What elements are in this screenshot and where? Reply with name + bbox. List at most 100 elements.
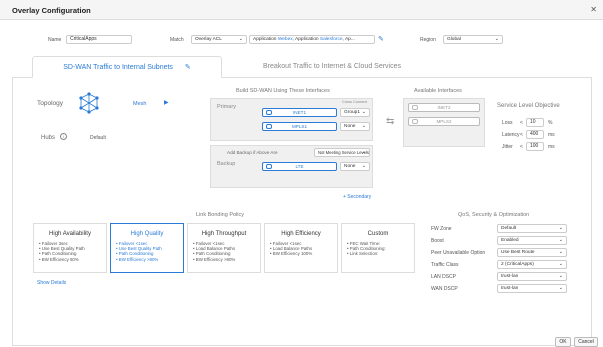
jitter-input[interactable]: 100	[526, 142, 544, 151]
traffic-class-value: 2 (CriticalApps)	[501, 262, 534, 267]
policy-card-high-quality[interactable]: High Quality Failover <1sec Use Best Qua…	[110, 223, 184, 273]
match-apps-field[interactable]: Application Webex, Application Salesforc…	[249, 35, 375, 44]
qos-label-wan-dscp: WAN DSCP	[431, 286, 458, 292]
interface-icon	[266, 164, 272, 169]
fw-zone-select[interactable]: Default ⌄	[497, 224, 567, 233]
latency-input[interactable]: 400	[526, 130, 544, 139]
policy-list: Failover <1sec Load Balance Paths Path C…	[193, 241, 236, 262]
chevron-down-icon: ⌄	[361, 149, 366, 155]
backup-select-value: None	[344, 164, 356, 169]
latency-unit: ms	[548, 132, 555, 138]
qos-label-boost: Boost	[431, 238, 444, 244]
dialog-title: Overlay Configuration	[12, 6, 91, 15]
lt-symbol: <	[520, 132, 523, 138]
dialog-header: Overlay Configuration ✕	[0, 0, 603, 20]
policy-title: High Quality	[130, 231, 164, 237]
policy-card-high-efficiency[interactable]: High Efficiency Failover <1sec Load Bala…	[264, 223, 338, 273]
chevron-down-icon: ⌄	[361, 163, 366, 169]
cancel-button[interactable]: Cancel	[574, 337, 598, 347]
iface-label: INET1	[292, 110, 307, 115]
backup-select[interactable]: None ⌄	[340, 162, 370, 171]
ok-button[interactable]: OK	[555, 337, 571, 347]
mesh-label[interactable]: Mesh	[133, 101, 146, 107]
add-secondary-link[interactable]: + Secondary	[343, 194, 371, 200]
chevron-down-icon: ⌄	[558, 285, 563, 291]
jitter-unit: ms	[548, 144, 555, 150]
primary-label: Primary	[217, 104, 236, 110]
cross-connect-label: Cross Connect	[342, 100, 368, 104]
interface-icon	[266, 110, 272, 115]
region-select[interactable]: Global ⌄	[443, 35, 503, 44]
name-label: Name	[48, 37, 62, 43]
close-icon[interactable]: ✕	[590, 5, 597, 14]
chevron-down-icon: ⌄	[558, 273, 563, 279]
policy-item: Path Conditioning	[193, 251, 235, 256]
build-title: Build SD-WAN Using These Interfaces	[236, 88, 330, 94]
lt-symbol: <	[520, 144, 523, 150]
policy-title: Custom	[367, 231, 389, 237]
slo-title: Service Level Objective	[497, 103, 560, 109]
tab-sdwan-label: SD-WAN Traffic to Internal Subnets	[63, 64, 173, 71]
lt-symbol: <	[520, 120, 523, 126]
chevron-down-icon: ⌄	[558, 225, 563, 231]
lan-dscp-select[interactable]: trust-lan ⌄	[497, 272, 567, 281]
swap-arrows-icon[interactable]: ⇆	[386, 116, 394, 127]
primary-iface-mpls1[interactable]: MPLS1	[262, 122, 337, 131]
policy-item: BW Efficiency 50%	[39, 257, 85, 262]
wan-dscp-value: trust-lan	[501, 286, 519, 291]
match-select[interactable]: Overlay ACL ⌄	[191, 35, 247, 44]
policy-item: BW Efficiency >80%	[116, 257, 162, 262]
primary-iface-inet1[interactable]: INET1	[262, 108, 337, 117]
match-select-value: Overlay ACL	[195, 37, 222, 42]
cross-connect-select[interactable]: Group1 ⌄	[340, 108, 370, 117]
peer-unavailable-select[interactable]: Use Best Route ⌄	[497, 248, 567, 257]
match-label: Match	[170, 37, 184, 43]
policy-list: Failover <1sec Use Best Quality Path Pat…	[116, 241, 162, 262]
iface-label: MPLS2	[436, 119, 452, 124]
app-webex[interactable]: Webex	[278, 37, 293, 42]
policy-item: BW Efficiency 100%	[270, 251, 312, 256]
fw-zone-value: Default	[501, 226, 517, 231]
interface-icon	[266, 124, 272, 129]
link-bonding-title: Link Bonding Policy	[196, 212, 245, 218]
name-input[interactable]: CriticalApps	[66, 35, 132, 44]
cross-connect-select[interactable]: None ⌄	[340, 122, 370, 131]
policy-card-high-availability[interactable]: High Availability Failover 3sec Use Best…	[33, 223, 107, 273]
available-title: Available Interfaces	[414, 88, 462, 94]
cross-connect-value: None	[344, 124, 356, 129]
boost-select[interactable]: Enabled ⌄	[497, 236, 567, 245]
wan-dscp-select[interactable]: trust-lan ⌄	[497, 284, 567, 293]
cross-connect-value: Group1	[344, 110, 360, 115]
chevron-down-icon: ⌄	[238, 36, 243, 42]
add-backup-label: Add Backup if Above Are	[227, 150, 278, 155]
available-iface-mpls2[interactable]: MPLS2	[408, 117, 480, 126]
edit-pencil-icon[interactable]: ✎	[378, 35, 384, 43]
app-salesforce[interactable]: Salesforce	[320, 37, 343, 42]
hubs-value: Default	[90, 135, 106, 141]
add-backup-select[interactable]: Not Meeting Service Levels ⌄	[314, 148, 370, 157]
available-iface-inet2[interactable]: INET2	[408, 103, 480, 112]
backup-iface-lte[interactable]: LTE	[262, 162, 337, 171]
apps-prefix: Application	[253, 37, 277, 42]
apps-mid: , Application	[292, 37, 319, 42]
info-icon[interactable]: i	[60, 133, 67, 140]
topology-label: Topology	[37, 100, 64, 107]
qos-label-lan-dscp: LAN DSCP	[431, 274, 457, 280]
mesh-icon	[79, 92, 99, 114]
policy-list: Failover <1sec Load Balance Paths BW Eff…	[270, 241, 312, 257]
jitter-label: Jitter	[502, 144, 513, 150]
tab-sdwan-internal[interactable]: SD-WAN Traffic to Internal Subnets ✎	[32, 56, 222, 78]
policy-card-high-throughput[interactable]: High Throughput Failover <1sec Load Bala…	[187, 223, 261, 273]
chevron-right-icon[interactable]: ▶	[164, 99, 169, 106]
loss-input[interactable]: 10	[526, 118, 544, 127]
show-details-link[interactable]: Show Details	[37, 280, 66, 286]
edit-pencil-icon[interactable]: ✎	[185, 64, 191, 71]
chevron-down-icon: ⌄	[558, 249, 563, 255]
policy-card-custom[interactable]: Custom FEC Wait Time: Path Conditioning:…	[341, 223, 415, 273]
tab-breakout[interactable]: Breakout Traffic to Internet & Cloud Ser…	[242, 56, 422, 78]
hubs-label: Hubs	[41, 135, 56, 141]
apps-suffix: , Ap...	[342, 37, 355, 42]
policy-item: Link Selection:	[347, 251, 386, 256]
traffic-class-select[interactable]: 2 (CriticalApps) ⌄	[497, 260, 567, 269]
chevron-down-icon: ⌄	[558, 261, 563, 267]
